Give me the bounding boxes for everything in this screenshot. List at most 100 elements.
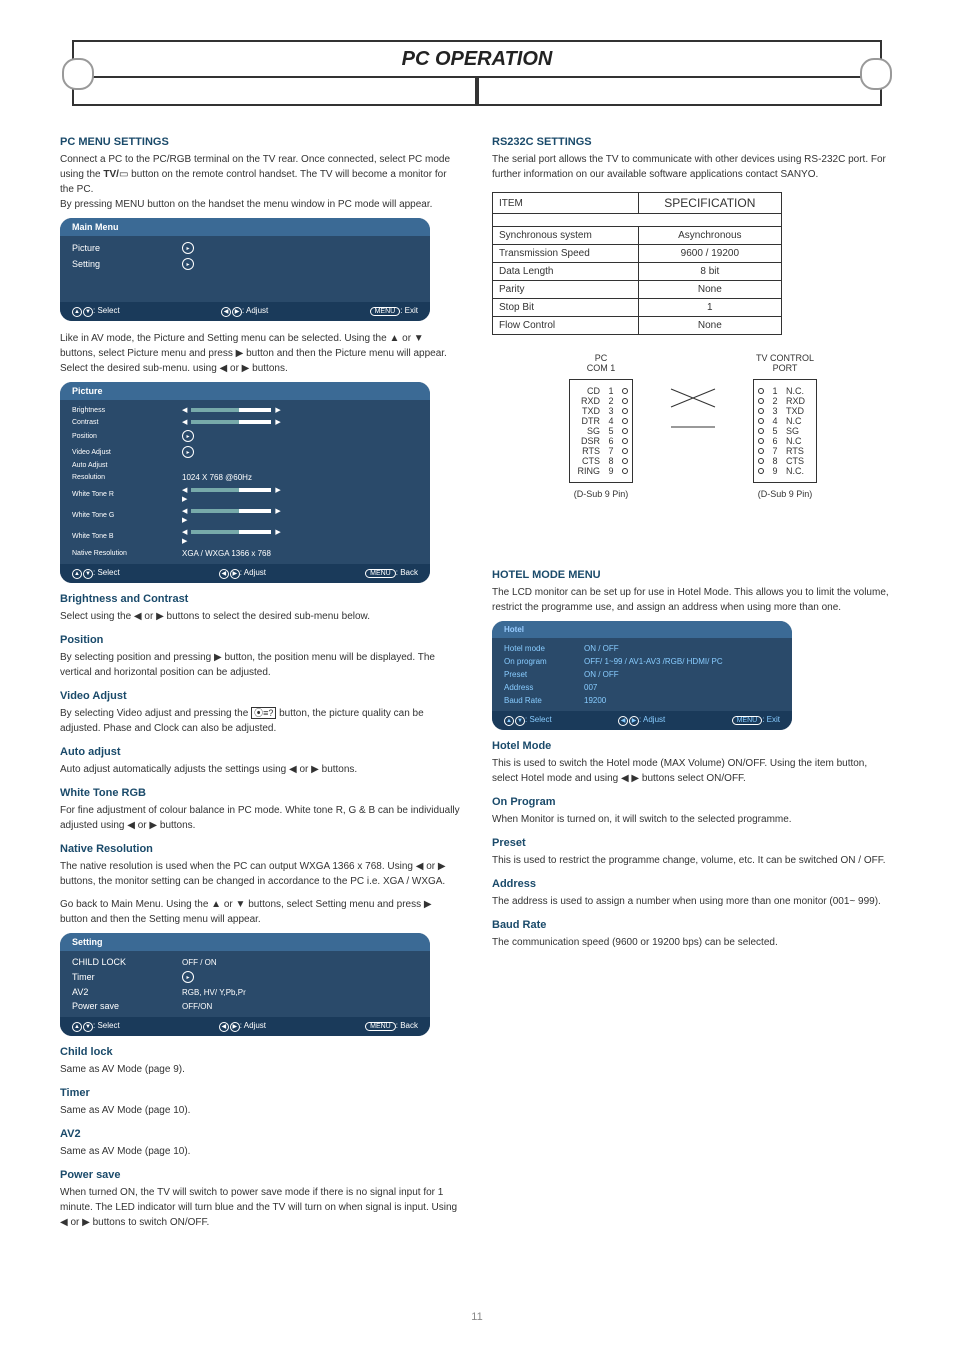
t-brightness: Select using the ◀ or ▶ buttons to selec… xyxy=(60,609,462,624)
h-brightness: Brightness and Contrast xyxy=(60,593,462,605)
t-hotelmode: This is used to switch the Hotel mode (M… xyxy=(492,756,894,786)
menu-pill: MENU xyxy=(370,307,401,316)
enter-icon: ▸ xyxy=(182,258,194,270)
t-position: By selecting position and pressing ▶ but… xyxy=(60,650,462,680)
picture-intro: Like in AV mode, the Picture and Setting… xyxy=(60,331,462,376)
osd2-label: White Tone G xyxy=(72,512,172,519)
t-video-adjust: By selecting Video adjust and pressing t… xyxy=(60,706,462,736)
spec-item: Synchronous system xyxy=(493,227,639,245)
section-hotel: HOTEL MODE MENU xyxy=(492,569,894,581)
osd2-label: Resolution xyxy=(72,474,172,481)
t-powersave: When turned ON, the TV will switch to po… xyxy=(60,1185,462,1230)
setting-intro: Go back to Main Menu. Using the ▲ or ▼ b… xyxy=(60,897,462,927)
enter-icon: ▸ xyxy=(182,242,194,254)
h-onprogram: On Program xyxy=(492,796,894,808)
teletext-icon: ⦿≡? xyxy=(251,707,276,719)
osd3-label: Timer xyxy=(72,972,172,982)
pin-diagram: PC COM 1 CD1RXD2TXD3DTR4SG5DSR6RTS7CTS8R… xyxy=(492,353,894,499)
spec-item: Parity xyxy=(493,281,639,299)
spec-value: None xyxy=(638,317,781,335)
spec-item: Transmission Speed xyxy=(493,245,639,263)
page-title-box: PC OPERATION xyxy=(72,40,882,78)
osd2-label: Auto Adjust xyxy=(72,462,172,469)
subheader-left xyxy=(72,78,477,106)
subheader-right xyxy=(477,78,882,106)
t-childlock: Same as AV Mode (page 9). xyxy=(60,1062,462,1077)
h-position: Position xyxy=(60,634,462,646)
spec-item: Data Length xyxy=(493,263,639,281)
osd2-label: White Tone R xyxy=(72,491,172,498)
t-timer: Same as AV Mode (page 10). xyxy=(60,1103,462,1118)
t-auto-adjust: Auto adjust automatically adjusts the se… xyxy=(60,762,462,777)
pin-cross-icon xyxy=(667,383,719,443)
hotel-value: ON / OFF xyxy=(584,670,780,679)
t-address: The address is used to assign a number w… xyxy=(492,894,894,909)
osd1-sel: : Select xyxy=(93,306,120,315)
h-address: Address xyxy=(492,878,894,890)
osd-hotel: Hotel Hotel modeON / OFFOn programOFF/ 1… xyxy=(492,621,792,730)
osd3-label: AV2 xyxy=(72,987,172,997)
osd-main-menu: Main Menu Picture▸ Setting▸ ▲▼: Select ◀… xyxy=(60,218,430,321)
h-timer: Timer xyxy=(60,1087,462,1099)
spec-table: ITEM SPECIFICATION Synchronous systemAsy… xyxy=(492,192,782,335)
osd-setting: Setting CHILD LOCKOFF / ONTimer▸AV2RGB, … xyxy=(60,933,430,1036)
osd1-item-picture: Picture xyxy=(72,243,172,253)
osd2-label: Position xyxy=(72,433,172,440)
spec-item: Stop Bit xyxy=(493,299,639,317)
h-native-res: Native Resolution xyxy=(60,843,462,855)
h-powersave: Power save xyxy=(60,1169,462,1181)
hotel-label: On program xyxy=(504,657,574,666)
t-baud: The communication speed (9600 or 19200 b… xyxy=(492,935,894,950)
pc-menu-intro: Connect a PC to the PC/RGB terminal on t… xyxy=(60,152,462,197)
hotel-value: 19200 xyxy=(584,696,780,705)
section-pc-menu: PC MENU SETTINGS xyxy=(60,136,462,148)
page-number: 11 xyxy=(0,1311,954,1323)
osd2-title: Picture xyxy=(60,382,430,400)
binder-ring-left xyxy=(62,58,94,90)
t-onprogram: When Monitor is turned on, it will switc… xyxy=(492,812,894,827)
spec-value: Asynchronous xyxy=(638,227,781,245)
rs232-text: The serial port allows the TV to communi… xyxy=(492,152,894,182)
t-white-tone: For fine adjustment of colour balance in… xyxy=(60,803,462,833)
h-auto-adjust: Auto adjust xyxy=(60,746,462,758)
hotel-intro: The LCD monitor can be set up for use in… xyxy=(492,585,894,615)
pc-menu-intro2: By pressing MENU button on the handset t… xyxy=(60,197,462,212)
osd-hotel-title: Hotel xyxy=(492,621,792,638)
spec-value: 8 bit xyxy=(638,263,781,281)
h-baud: Baud Rate xyxy=(492,919,894,931)
hotel-value: 007 xyxy=(584,683,780,692)
h-preset: Preset xyxy=(492,837,894,849)
av-icon: ▭ xyxy=(119,169,128,180)
t-av2: Same as AV Mode (page 10). xyxy=(60,1144,462,1159)
h-video-adjust: Video Adjust xyxy=(60,690,462,702)
pin-left-cap: (D-Sub 9 Pin) xyxy=(574,489,629,499)
spec-value: None xyxy=(638,281,781,299)
osd1-adj: : Adjust xyxy=(242,306,268,315)
t-preset: This is used to restrict the programme c… xyxy=(492,853,894,868)
h-hotelmode: Hotel Mode xyxy=(492,740,894,752)
osd3-label: CHILD LOCK xyxy=(72,957,172,967)
h-av2: AV2 xyxy=(60,1128,462,1140)
hotel-value: OFF/ 1~99 / AV1-AV3 /RGB/ HDMI/ PC xyxy=(584,657,780,666)
osd1-item-setting: Setting xyxy=(72,259,172,269)
hotel-label: Baud Rate xyxy=(504,696,574,705)
h-white-tone: White Tone RGB xyxy=(60,787,462,799)
osd1-exit: : Exit xyxy=(400,306,418,315)
osd2-label: White Tone B xyxy=(72,533,172,540)
osd3-title: Setting xyxy=(60,933,430,951)
osd-picture: Picture Brightness◀▶Contrast◀▶Position▸V… xyxy=(60,382,430,583)
hotel-value: ON / OFF xyxy=(584,644,780,653)
h-childlock: Child lock xyxy=(60,1046,462,1058)
pin-left-title: PC COM 1 xyxy=(587,353,616,373)
page-title: PC OPERATION xyxy=(402,48,553,71)
osd2-label: Video Adjust xyxy=(72,449,172,456)
pin-right-title: TV CONTROL PORT xyxy=(756,353,814,373)
osd2-label: Native Resolution xyxy=(72,550,172,557)
hotel-label: Preset xyxy=(504,670,574,679)
binder-ring-right xyxy=(860,58,892,90)
osd1-title: Main Menu xyxy=(60,218,430,236)
hotel-label: Address xyxy=(504,683,574,692)
t-native-res: The native resolution is used when the P… xyxy=(60,859,462,889)
spec-h-spec: SPECIFICATION xyxy=(638,193,781,214)
osd2-label: Brightness xyxy=(72,407,172,414)
